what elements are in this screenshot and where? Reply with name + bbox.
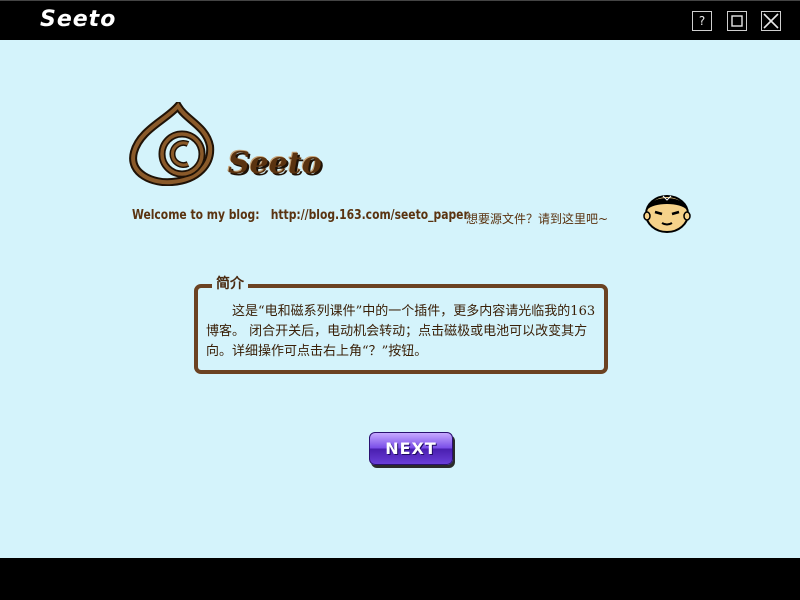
welcome-line: Welcome to my blog: http://blog.163.com/… — [132, 208, 469, 223]
x-icon — [763, 13, 779, 29]
source-file-link[interactable]: 想要源文件？请到这里吧~ — [466, 210, 608, 227]
square-icon — [731, 15, 743, 27]
help-button[interactable]: ? — [692, 11, 712, 31]
title-bar: Seeto ? — [0, 0, 800, 40]
app-title: Seeto — [40, 7, 117, 32]
help-icon: ? — [698, 14, 706, 28]
bottom-bar — [0, 558, 800, 600]
seeto-logo-icon — [129, 102, 215, 186]
close-button[interactable] — [761, 11, 781, 31]
logo-text: Seeto — [228, 146, 322, 181]
cartoon-face-icon — [643, 195, 691, 233]
blog-url-link[interactable]: http://blog.163.com/seeto_paper — [271, 208, 469, 223]
intro-heading: 简介 — [212, 273, 248, 293]
intro-text: 这是“电和磁系列课件”中的一个插件，更多内容请光临我的163博客。 闭合开关后，… — [206, 304, 596, 359]
welcome-prefix: Welcome to my blog: — [132, 208, 260, 223]
next-button[interactable]: NEXT — [369, 432, 453, 465]
maximize-button[interactable] — [727, 11, 747, 31]
